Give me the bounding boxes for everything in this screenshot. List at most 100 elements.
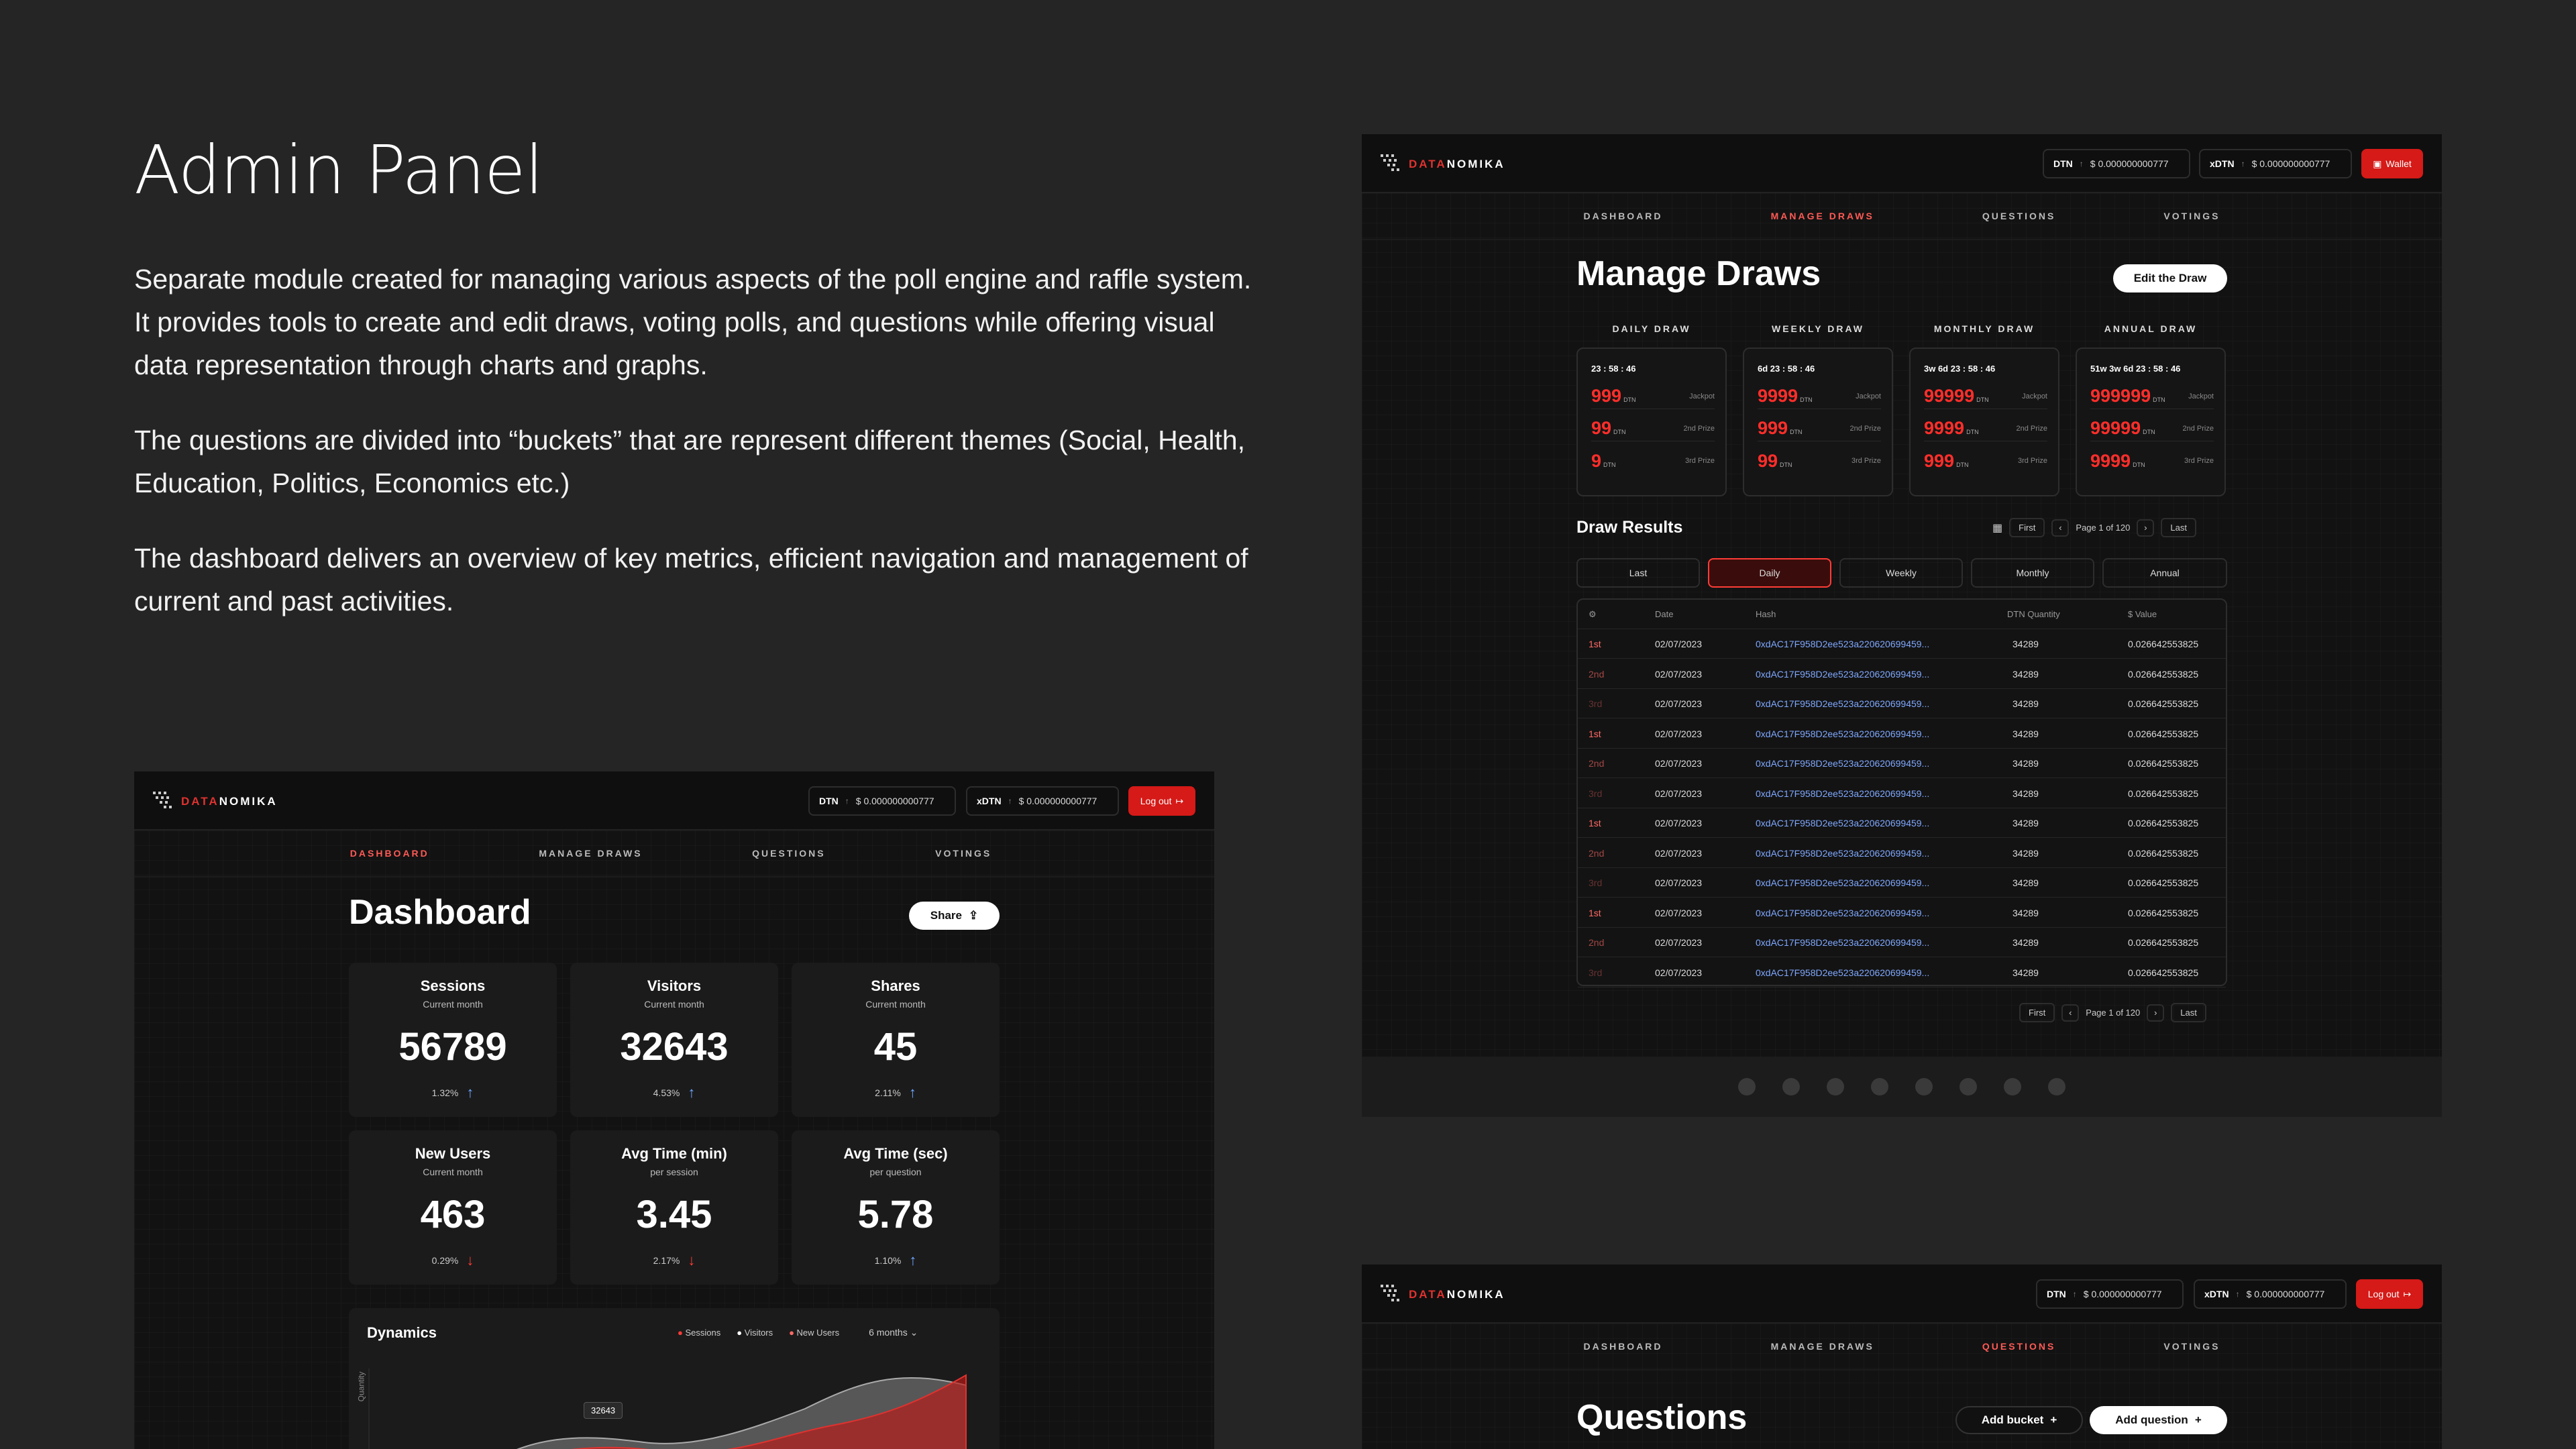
- add-question-button[interactable]: Add question +: [2090, 1406, 2227, 1434]
- weekly-draw-card[interactable]: 6d 23 : 58 : 46 9999 DTN Jackpot 999 DTN 2nd…: [1743, 347, 1893, 496]
- cell-hash[interactable]: 0xdAC17F958D2ee523a220620699459...: [1756, 669, 1929, 680]
- nav-questions[interactable]: QUESTIONS: [752, 848, 825, 859]
- table-row[interactable]: 2nd 02/07/2023 0xdAC17F958D2ee523a22062069…: [1578, 928, 2226, 957]
- cell-value: 0.026642553825: [2128, 668, 2199, 680]
- cell-date: 02/07/2023: [1655, 788, 1703, 799]
- cell-hash[interactable]: 0xdAC17F958D2ee523a220620699459...: [1756, 818, 1929, 828]
- cell-value: 0.026642553825: [2128, 758, 2199, 769]
- first-page-button[interactable]: First: [2019, 1003, 2055, 1022]
- table-row[interactable]: 2nd 02/07/2023 0xdAC17F958D2ee523a22062069…: [1578, 839, 2226, 868]
- table-row[interactable]: 3rd 02/07/2023 0xdAC17F958D2ee523a22062069…: [1578, 689, 2226, 718]
- table-row[interactable]: 1st 02/07/2023 0xdAC17F958D2ee523a22062069…: [1578, 629, 2226, 659]
- cell-hash[interactable]: 0xdAC17F958D2ee523a220620699459...: [1756, 967, 1929, 978]
- dtn-price[interactable]: DTN ↑ $ 0.000000000777: [808, 786, 956, 816]
- reddit-icon[interactable]: [1915, 1078, 1933, 1095]
- filter-last[interactable]: Last: [1576, 558, 1700, 588]
- table-row[interactable]: 1st 02/07/2023 0xdAC17F958D2ee523a22062069…: [1578, 808, 2226, 838]
- cell-qty: 34289: [2012, 937, 2039, 948]
- table-row[interactable]: 1st 02/07/2023 0xdAC17F958D2ee523a22062069…: [1578, 719, 2226, 749]
- settings-icon[interactable]: ⚙: [1589, 609, 1597, 620]
- cell-hash[interactable]: 0xdAC17F958D2ee523a220620699459...: [1756, 908, 1929, 918]
- next-page-button[interactable]: ›: [2137, 519, 2155, 537]
- prev-page-button[interactable]: ‹: [2051, 519, 2070, 537]
- logout-icon: ↦: [2403, 1288, 2412, 1299]
- top-bar: DATANOMIKA DTN ↑ $ 0.000000000777 xDTN ↑ $ 0…: [1362, 1265, 2442, 1324]
- table-row[interactable]: 2nd 02/07/2023 0xdAC17F958D2ee523a22062069…: [1578, 749, 2226, 778]
- table-row[interactable]: 3rd 02/07/2023 0xdAC17F958D2ee523a22062069…: [1578, 958, 2226, 987]
- logo[interactable]: DATANOMIKA: [1381, 154, 1505, 174]
- filter-annual[interactable]: Annual: [2102, 558, 2227, 588]
- nav-manage-draws[interactable]: MANAGE DRAWS: [1771, 211, 1874, 221]
- table-row[interactable]: 2nd 02/07/2023 0xdAC17F958D2ee523a22062069…: [1578, 659, 2226, 689]
- cell-hash[interactable]: 0xdAC17F958D2ee523a220620699459...: [1756, 639, 1929, 649]
- youtube-icon[interactable]: [2048, 1078, 2065, 1095]
- cell-date: 02/07/2023: [1655, 818, 1703, 828]
- instagram-icon[interactable]: [1871, 1078, 1888, 1095]
- intro-section: Admin Panel Separate module created for …: [134, 131, 1261, 655]
- logout-button[interactable]: Log out ↦: [1128, 786, 1195, 816]
- cell-hash[interactable]: 0xdAC17F958D2ee523a220620699459...: [1756, 877, 1929, 888]
- add-bucket-button[interactable]: Add bucket +: [1955, 1406, 2083, 1434]
- cell-hash[interactable]: 0xdAC17F958D2ee523a220620699459...: [1756, 788, 1929, 799]
- xdtn-price[interactable]: xDTN ↑ $ 0.000000000777: [2194, 1279, 2347, 1309]
- cell-hash[interactable]: 0xdAC17F958D2ee523a220620699459...: [1756, 848, 1929, 859]
- cell-hash[interactable]: 0xdAC17F958D2ee523a220620699459...: [1756, 937, 1929, 948]
- cell-hash[interactable]: 0xdAC17F958D2ee523a220620699459...: [1756, 758, 1929, 769]
- logout-button[interactable]: Log out ↦: [2356, 1279, 2423, 1309]
- dynamics-chart: [368, 1368, 967, 1449]
- nav-manage-draws[interactable]: MANAGE DRAWS: [1771, 1341, 1874, 1352]
- logo[interactable]: DATANOMIKA: [153, 792, 278, 812]
- nav-votings[interactable]: VOTINGS: [2163, 1341, 2220, 1352]
- github-icon[interactable]: [1738, 1078, 1756, 1095]
- filter-monthly[interactable]: Monthly: [1971, 558, 2094, 588]
- nav-dashboard[interactable]: DASHBOARD: [1584, 211, 1663, 221]
- table-row[interactable]: 3rd 02/07/2023 0xdAC17F958D2ee523a22062069…: [1578, 779, 2226, 808]
- xdtn-price[interactable]: xDTN ↑ $ 0.000000000777: [966, 786, 1119, 816]
- cell-place: 2nd: [1589, 937, 1605, 948]
- tiktok-icon[interactable]: [1960, 1078, 1977, 1095]
- table-row[interactable]: 1st 02/07/2023 0xdAC17F958D2ee523a22062069…: [1578, 898, 2226, 928]
- prev-page-button[interactable]: ‹: [2061, 1004, 2080, 1022]
- filter-weekly[interactable]: Weekly: [1839, 558, 1963, 588]
- nav-questions[interactable]: QUESTIONS: [1982, 1341, 2055, 1352]
- last-page-button[interactable]: Last: [2161, 518, 2196, 537]
- next-page-button[interactable]: ›: [2147, 1004, 2165, 1022]
- nav-dashboard[interactable]: DASHBOARD: [1584, 1341, 1663, 1352]
- twitter-icon[interactable]: [2004, 1078, 2021, 1095]
- nav-votings[interactable]: VOTINGS: [935, 848, 991, 859]
- nav-dashboard[interactable]: DASHBOARD: [350, 848, 429, 859]
- cell-place: 1st: [1589, 818, 1601, 828]
- cell-value: 0.026642553825: [2128, 907, 2199, 918]
- social-footer: [1362, 1057, 2442, 1117]
- dashboard-title: Dashboard: [349, 893, 531, 932]
- logo-mark-icon: [1381, 1285, 1402, 1305]
- facebook-icon[interactable]: [1827, 1078, 1844, 1095]
- wallet-button[interactable]: ▣ Wallet: [2361, 149, 2423, 178]
- cell-hash[interactable]: 0xdAC17F958D2ee523a220620699459...: [1756, 698, 1929, 709]
- annual-draw-card[interactable]: 51w 3w 6d 23 : 58 : 46 999999 DTN Jackpot …: [2076, 347, 2226, 496]
- dtn-price[interactable]: DTN ↑ $ 0.000000000777: [2043, 149, 2190, 178]
- share-button[interactable]: Share ⇪: [909, 902, 1000, 930]
- calendar-icon[interactable]: ▦: [1992, 521, 2002, 535]
- logo-text: DATANOMIKA: [1409, 158, 1505, 170]
- nav-questions[interactable]: QUESTIONS: [1982, 211, 2055, 221]
- filter-daily[interactable]: Daily: [1708, 558, 1831, 588]
- dtn-price[interactable]: DTN ↑ $ 0.000000000777: [2036, 1279, 2184, 1309]
- main-nav: DASHBOARD MANAGE DRAWS QUESTIONS VOTINGS: [1362, 1324, 2442, 1371]
- nav-votings[interactable]: VOTINGS: [2163, 211, 2220, 221]
- arrow-up-icon: ↑: [1008, 796, 1012, 806]
- nav-manage-draws[interactable]: MANAGE DRAWS: [539, 848, 642, 859]
- daily-draw-label: DAILY DRAW: [1612, 323, 1691, 334]
- monthly-draw-card[interactable]: 3w 6d 23 : 58 : 46 99999 DTN Jackpot 9999 D…: [1909, 347, 2059, 496]
- table-row[interactable]: 3rd 02/07/2023 0xdAC17F958D2ee523a22062069…: [1578, 868, 2226, 898]
- cell-hash[interactable]: 0xdAC17F958D2ee523a220620699459...: [1756, 729, 1929, 739]
- arrow-up-icon: ↑: [2235, 1289, 2240, 1299]
- daily-draw-card[interactable]: 23 : 58 : 46 999 DTN Jackpot 99 DTN 2nd Priz…: [1576, 347, 1727, 496]
- first-page-button[interactable]: First: [2009, 518, 2045, 537]
- discord-icon[interactable]: [1782, 1078, 1800, 1095]
- cell-value: 0.026642553825: [2128, 937, 2199, 948]
- xdtn-price[interactable]: xDTN ↑ $ 0.000000000777: [2199, 149, 2352, 178]
- edit-draw-button[interactable]: Edit the Draw: [2113, 264, 2227, 292]
- logo[interactable]: DATANOMIKA: [1381, 1285, 1505, 1305]
- last-page-button[interactable]: Last: [2171, 1003, 2206, 1022]
